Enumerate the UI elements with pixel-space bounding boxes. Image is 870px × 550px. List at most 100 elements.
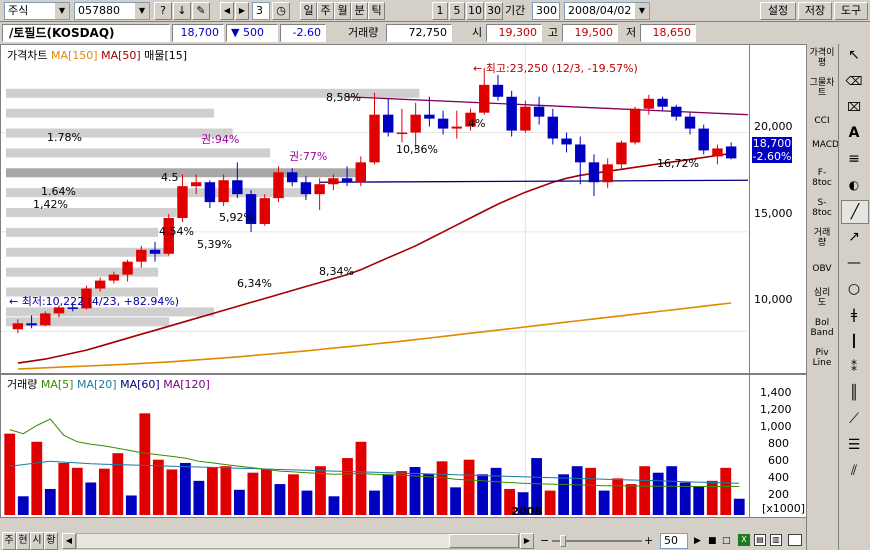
tab-status[interactable]: 황: [44, 532, 58, 550]
period-1[interactable]: 1: [432, 2, 448, 20]
tab-day[interactable]: 일: [300, 2, 317, 20]
text-icon[interactable]: A: [841, 122, 867, 144]
volume-bar: [571, 466, 583, 515]
period-10[interactable]: 10: [466, 2, 484, 20]
volume-bar: [234, 489, 245, 515]
indicator-pivot[interactable]: Piv Line: [811, 348, 833, 368]
volume-value: 72,750: [386, 24, 452, 42]
volume-bar: [342, 458, 353, 515]
zoom-thumb[interactable]: [560, 535, 566, 547]
code-input[interactable]: 057880 ▼: [74, 2, 150, 20]
candle-body: [40, 313, 51, 326]
tab-current[interactable]: 현: [16, 532, 30, 550]
volume-bar: [31, 441, 43, 515]
interval-input-value: 300: [536, 4, 557, 17]
indicator-f-stoc[interactable]: F-8toc: [809, 168, 835, 188]
high-label: 고: [548, 26, 559, 39]
eraser-all-icon[interactable]: ⌧: [841, 96, 867, 118]
channel-icon[interactable]: ⁑: [841, 356, 867, 378]
indicator-price-ma[interactable]: 가격이평: [809, 48, 835, 68]
indicator-bollinger[interactable]: Bol Band: [810, 318, 834, 338]
lines-icon[interactable]: ≡: [841, 148, 867, 170]
tab-week[interactable]: 주: [317, 2, 334, 20]
candle-icon[interactable]: ┃: [841, 330, 867, 352]
indicator-psychology[interactable]: 심리도: [813, 288, 831, 308]
horizontal-line-icon[interactable]: —: [841, 252, 867, 274]
parallel-icon[interactable]: ⫽: [841, 460, 867, 482]
record-icon[interactable]: □: [722, 533, 734, 549]
fan-icon[interactable]: ⟋: [841, 408, 867, 430]
next-icon[interactable]: ▶: [235, 2, 249, 20]
indicator-macd[interactable]: MACD: [812, 140, 839, 150]
scrollbar-thumb[interactable]: [449, 534, 519, 548]
volume-bar: [625, 484, 637, 515]
volume-bar: [247, 472, 259, 515]
indicator-cci[interactable]: CCI: [807, 116, 837, 126]
volume-axis: 1,400 1,200 1,000 800 600 400 200 [x1000…: [749, 375, 807, 517]
indicator-s-stoc[interactable]: S-8toc: [809, 198, 835, 218]
vertical-marker-icon[interactable]: ǂ: [841, 304, 867, 326]
volume-profile-label: 1.64%: [41, 185, 76, 198]
candle-body: [383, 114, 394, 133]
indicator-net-chart[interactable]: 그물차트: [809, 78, 835, 98]
circle-icon[interactable]: ○: [841, 278, 867, 300]
vertical-lines-icon[interactable]: ║: [841, 382, 867, 404]
volume-chart-panel[interactable]: 2008 거래량 MA[5] MA[20] MA[60] MA[120] × 1…: [0, 374, 808, 518]
tab-tick[interactable]: 틱: [368, 2, 385, 20]
candle-body: [629, 108, 641, 143]
tab-market[interactable]: 시: [30, 532, 44, 550]
sort-icon[interactable]: ↓: [173, 2, 191, 20]
window-icon[interactable]: [788, 534, 802, 546]
zoom-input-value: 50: [664, 534, 678, 547]
candle-body: [479, 84, 490, 113]
period-30[interactable]: 30: [485, 2, 503, 20]
candle-body: [259, 198, 270, 224]
eraser-icon[interactable]: ⌫: [841, 70, 867, 92]
volume-bar: [463, 459, 475, 515]
excel-icon[interactable]: X: [738, 534, 750, 546]
period-5[interactable]: 5: [449, 2, 465, 20]
volume-bar: [693, 486, 705, 515]
settings-button[interactable]: 설정: [760, 2, 796, 20]
price-chart[interactable]: 8,58%1.78%10,36%1.64%1,42%5,92%4.54%5,39…: [1, 45, 807, 373]
price-chart-panel[interactable]: 8,58% 1.78% 10,36% 1.64% 1,42% 5,92% 4.54% 5,39…: [0, 44, 808, 374]
candle-body: [328, 178, 339, 185]
clock-icon[interactable]: ◷: [272, 2, 290, 20]
zoom-in-icon[interactable]: +: [644, 533, 654, 549]
help-icon[interactable]: ?: [154, 2, 172, 20]
tick-input[interactable]: 3: [252, 2, 270, 20]
zoom-out-icon[interactable]: −: [540, 533, 550, 549]
tab-stock[interactable]: 주: [2, 532, 16, 550]
save-button[interactable]: 저장: [798, 2, 832, 20]
print-icon[interactable]: ▤: [754, 534, 766, 546]
tab-month[interactable]: 월: [334, 2, 351, 20]
arrow-line-icon[interactable]: ↗: [841, 226, 867, 248]
price-axis: 20,000 15,000 10,000 18,700 -2.60%: [749, 45, 807, 373]
scroll-right-icon[interactable]: ▶: [520, 533, 534, 549]
fibonacci-icon[interactable]: ☰: [841, 434, 867, 456]
fill-icon[interactable]: ◐: [841, 174, 867, 196]
stop-icon[interactable]: ■: [708, 533, 720, 549]
play-icon[interactable]: ▶: [694, 533, 706, 549]
quote-bar: /토필드(KOSDAQ) 18,700 ▼ 500 -2.60 거래량 72,7…: [0, 23, 838, 43]
cursor-icon[interactable]: ↖: [841, 44, 867, 66]
zoom-slider[interactable]: − +: [540, 533, 656, 549]
indicator-obv[interactable]: OBV: [807, 264, 837, 274]
market-select[interactable]: 주식 ▼: [4, 2, 70, 20]
zoom-input[interactable]: 50: [660, 533, 688, 549]
volume-bar: [423, 473, 434, 515]
pen-icon[interactable]: ✎: [192, 2, 210, 20]
trendline-icon[interactable]: ╱: [841, 200, 869, 224]
scroll-left-icon[interactable]: ◀: [62, 533, 76, 549]
current-price: 18,700: [172, 24, 224, 42]
volume-chart[interactable]: 2008: [1, 375, 807, 517]
prev-icon[interactable]: ◀: [220, 2, 234, 20]
copy-icon[interactable]: ▥: [770, 534, 782, 546]
scrollbar-track[interactable]: [76, 533, 520, 549]
tools-button[interactable]: 도구: [834, 2, 868, 20]
indicator-volume[interactable]: 거래량: [813, 228, 831, 248]
tab-minute[interactable]: 분: [351, 2, 368, 20]
interval-input[interactable]: 300: [532, 2, 560, 20]
volume-bar: [112, 453, 124, 515]
date-input[interactable]: 2008/04/02 ▼: [564, 2, 650, 20]
